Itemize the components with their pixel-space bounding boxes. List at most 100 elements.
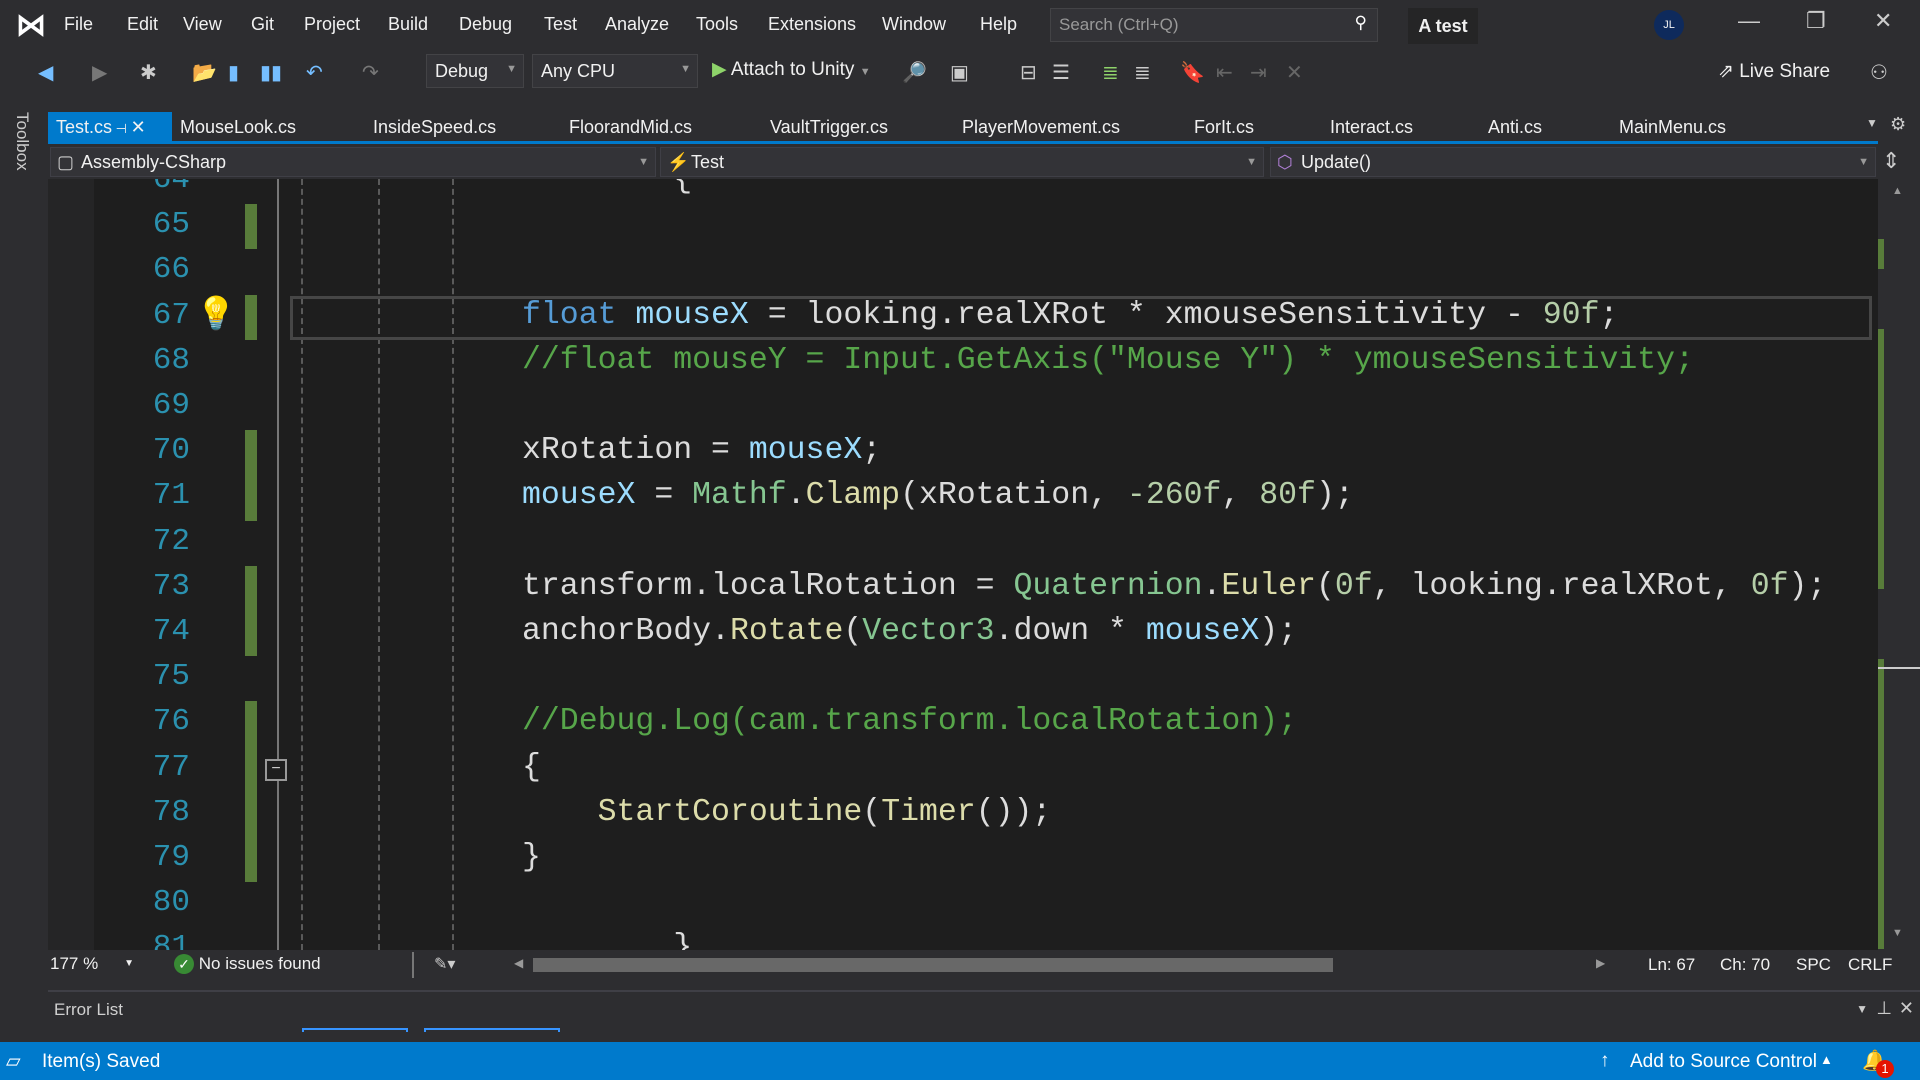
tab-vaulttrigger-cs[interactable]: VaultTrigger.cs	[770, 112, 888, 143]
prev-bookmark-icon[interactable]: ⇤	[1216, 60, 1233, 85]
method-icon: ⬡	[1277, 152, 1293, 172]
brush-icon[interactable]: ✎▾	[434, 954, 455, 974]
scroll-up-icon[interactable]: ▲	[1892, 185, 1903, 197]
tab-floorandmid-cs[interactable]: FloorandMid.cs	[569, 112, 692, 143]
error-filter-tab[interactable]	[302, 1028, 408, 1032]
check-icon: ✓	[174, 954, 194, 974]
live-share-button[interactable]: ⇗ Live Share	[1718, 60, 1830, 83]
code-line: //float mouseY = Input.GetAxis("Mouse Y"…	[522, 338, 1694, 383]
back-icon[interactable]: ◀	[38, 60, 53, 85]
save-icon[interactable]: ▮	[228, 60, 239, 85]
menu-analyze[interactable]: Analyze	[605, 14, 669, 35]
feedback-icon[interactable]: ⚇	[1870, 60, 1888, 85]
menu-test[interactable]: Test	[544, 14, 577, 35]
tab-playermovement-cs[interactable]: PlayerMovement.cs	[962, 112, 1120, 143]
comment-icon[interactable]: ☰	[1052, 60, 1070, 85]
vs-logo-icon[interactable]: ⋈	[16, 8, 46, 43]
code-token: //float mouseY = Input.GetAxis("Mouse Y"…	[522, 342, 1694, 378]
menu-git[interactable]: Git	[251, 14, 274, 35]
indent-icon[interactable]: ≣	[1102, 60, 1119, 85]
configuration-dropdown[interactable]: Debug ▼	[426, 54, 524, 88]
code-token: .	[786, 478, 806, 514]
search-icon: ⚲	[1354, 13, 1367, 32]
redo-icon[interactable]: ↷	[362, 60, 379, 85]
undo-icon[interactable]: ↶	[306, 60, 323, 85]
output-icon[interactable]: ▱	[6, 1050, 21, 1073]
line-ending-indicator[interactable]: CRLF	[1848, 955, 1892, 975]
zoom-dropdown[interactable]: 177 % ▼	[50, 954, 138, 978]
collapse-icon[interactable]: −	[265, 759, 287, 781]
close-panel-icon[interactable]: ✕	[1899, 998, 1914, 1019]
chevron-down-icon[interactable]: ▼	[1856, 1002, 1868, 1016]
code-editor[interactable]: 64 {65 66 67 float mouseX = looking.realXRo…	[48, 179, 1878, 950]
tab-label: ForIt.cs	[1194, 117, 1255, 137]
member-dropdown[interactable]: ⬡ Update() ▼	[1270, 147, 1876, 177]
gear-icon[interactable]: ⚙	[1890, 114, 1906, 135]
tab-insidespeed-cs[interactable]: InsideSpeed.cs	[373, 112, 496, 143]
menu-tools[interactable]: Tools	[696, 14, 738, 35]
code-token: mouseX	[522, 478, 636, 514]
tab-mouselook-cs[interactable]: MouseLook.cs	[180, 112, 296, 143]
code-token: ,	[1221, 478, 1260, 514]
platform-dropdown[interactable]: Any CPU ▼	[532, 54, 698, 88]
issues-indicator[interactable]: ✓ No issues found	[174, 954, 321, 974]
error-list-title[interactable]: Error List	[54, 1000, 123, 1020]
search-input[interactable]: Search (Ctrl+Q) ⚲	[1050, 8, 1378, 42]
tab-mainmenu-cs[interactable]: MainMenu.cs	[1619, 112, 1726, 143]
split-icon[interactable]: ⇕	[1882, 148, 1900, 174]
warning-filter-tab[interactable]	[424, 1028, 560, 1032]
menu-view[interactable]: View	[183, 14, 222, 35]
menu-build[interactable]: Build	[388, 14, 428, 35]
tab-overflow-icon[interactable]: ▼	[1866, 116, 1878, 130]
minimize-button[interactable]: —	[1738, 8, 1760, 34]
outdent-icon[interactable]: ≣	[1134, 60, 1151, 85]
next-bookmark-icon[interactable]: ⇥	[1250, 60, 1267, 85]
menu-file[interactable]: File	[64, 14, 93, 35]
window-icon[interactable]: ▣	[950, 60, 969, 85]
code-token: }	[522, 930, 693, 950]
toolbox-tab[interactable]: Toolbox	[12, 112, 32, 171]
avatar[interactable]: JL	[1654, 10, 1684, 40]
menu-project[interactable]: Project	[304, 14, 360, 35]
lightbulb-icon[interactable]: 💡	[196, 294, 236, 332]
vertical-scrollbar[interactable]: ▲ ▼	[1878, 179, 1920, 950]
save-all-icon[interactable]: ▮▮	[260, 60, 282, 85]
step-icon[interactable]: ⊟	[1020, 60, 1037, 85]
pin-icon[interactable]: ⊣	[112, 121, 131, 136]
code-token: );	[1788, 568, 1827, 604]
indentation-indicator[interactable]: SPC	[1796, 955, 1831, 975]
open-folder-icon[interactable]: 📂	[192, 60, 217, 85]
project-dropdown[interactable]: ▢ Assembly-CSharp ▼	[50, 147, 656, 177]
menu-edit[interactable]: Edit	[127, 14, 158, 35]
line-indicator[interactable]: Ln: 67	[1648, 955, 1695, 975]
current-line-highlight	[290, 296, 1872, 340]
add-to-source-control-button[interactable]: Add to Source Control	[1630, 1051, 1817, 1073]
bookmark-icon[interactable]: 🔖	[1180, 60, 1205, 85]
clear-bookmarks-icon[interactable]: ✕	[1286, 60, 1303, 85]
close-window-button[interactable]: ✕	[1874, 8, 1892, 34]
forward-icon[interactable]: ▶	[92, 60, 107, 85]
menu-help[interactable]: Help	[980, 14, 1017, 35]
attach-to-unity-button[interactable]: ▶ Attach to Unity ▼	[712, 58, 871, 81]
restore-button[interactable]: ❐	[1806, 8, 1826, 34]
find-in-files-icon[interactable]: 🔎	[902, 60, 927, 85]
close-tab-icon[interactable]: ✕	[131, 117, 146, 137]
menu-debug[interactable]: Debug	[459, 14, 512, 35]
tab-test-cs[interactable]: Test.cs ⊣ ✕	[48, 112, 172, 143]
scroll-right-icon[interactable]: ▶	[1596, 956, 1605, 970]
scroll-left-icon[interactable]: ◀	[514, 956, 523, 970]
new-project-icon[interactable]: ✱	[140, 60, 157, 85]
pin-icon[interactable]: ⊥	[1876, 998, 1892, 1019]
menu-extensions[interactable]: Extensions	[768, 14, 856, 35]
tab-anti-cs[interactable]: Anti.cs	[1488, 112, 1542, 143]
code-token: {	[522, 179, 693, 197]
column-indicator[interactable]: Ch: 70	[1720, 955, 1770, 975]
class-dropdown[interactable]: ⚡ Test ▼	[660, 147, 1264, 177]
selection-margin	[48, 179, 94, 950]
horizontal-scrollbar-thumb[interactable]	[533, 958, 1333, 972]
scroll-down-icon[interactable]: ▼	[1892, 927, 1903, 939]
search-placeholder: Search (Ctrl+Q)	[1059, 15, 1179, 34]
tab-interact-cs[interactable]: Interact.cs	[1330, 112, 1413, 143]
tab-forit-cs[interactable]: ForIt.cs	[1194, 112, 1254, 143]
menu-window[interactable]: Window	[882, 14, 946, 35]
